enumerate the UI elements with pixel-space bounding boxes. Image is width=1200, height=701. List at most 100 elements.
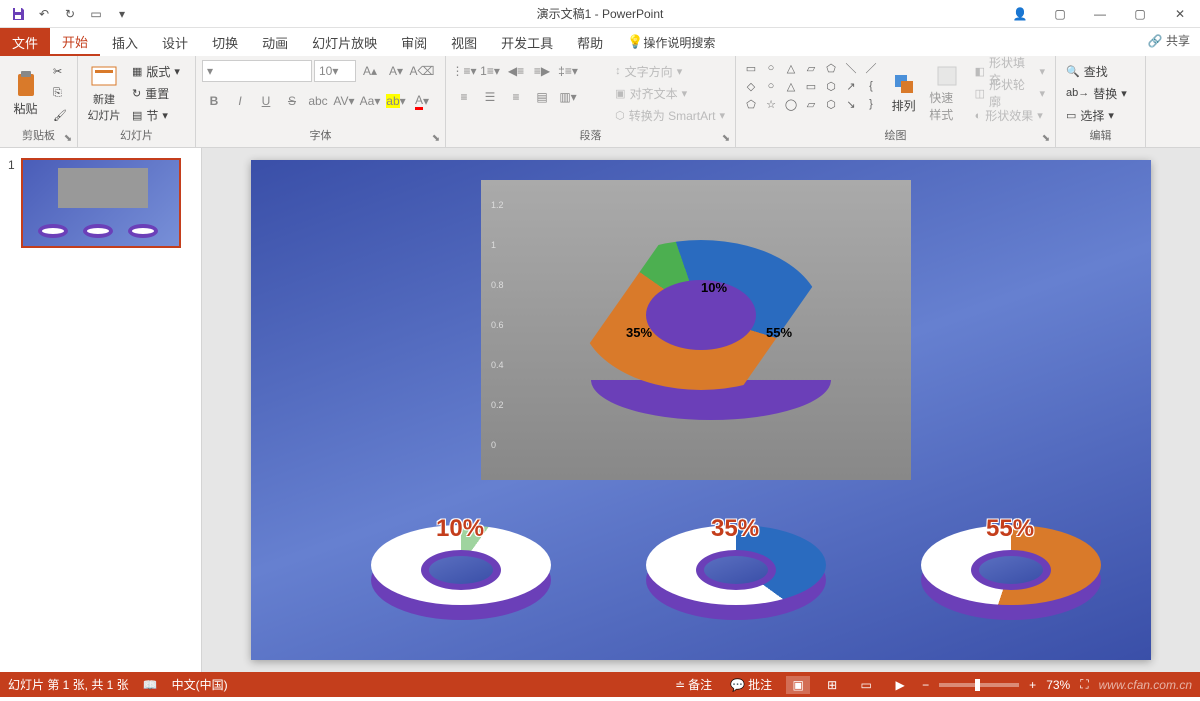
save-button[interactable] <box>6 2 30 26</box>
copy-button[interactable]: ⎘ <box>49 83 71 103</box>
tab-developer[interactable]: 开发工具 <box>489 28 565 56</box>
font-launcher-icon[interactable]: ⬊ <box>429 131 443 145</box>
spellcheck-icon[interactable]: 📖 <box>143 678 158 692</box>
decrease-indent-button[interactable]: ◀≡ <box>504 60 528 82</box>
clear-formatting-icon[interactable]: A⌫ <box>410 60 434 82</box>
tab-review[interactable]: 审阅 <box>389 28 439 56</box>
group-font: ▾ 10 ▾ A▴ A▾ A⌫ B I U S abc AV▾ Aa▾ ab▾ … <box>196 56 446 147</box>
reading-view-button[interactable]: ▭ <box>854 676 878 694</box>
italic-button[interactable]: I <box>228 90 252 112</box>
slide-thumbnails-panel: 1 <box>0 148 202 672</box>
clipboard-launcher-icon[interactable]: ⬊ <box>61 131 75 145</box>
account-icon[interactable]: 👤 <box>1000 0 1040 28</box>
mini-donut-3[interactable]: 55% <box>901 520 1121 620</box>
language-status[interactable]: 中文(中国) <box>172 676 228 693</box>
start-from-beginning-button[interactable]: ▭ <box>84 2 108 26</box>
text-direction-button[interactable]: ↕ 文字方向 ▾ <box>611 61 729 81</box>
bold-button[interactable]: B <box>202 90 226 112</box>
tab-transitions[interactable]: 切换 <box>200 28 250 56</box>
window-title: 演示文稿1 - PowerPoint <box>537 5 664 22</box>
tab-file[interactable]: 文件 <box>0 28 50 56</box>
find-button[interactable]: 🔍 查找 <box>1062 61 1139 81</box>
align-text-button[interactable]: ▣ 对齐文本 ▾ <box>611 83 729 103</box>
bullets-button[interactable]: ⋮≡▾ <box>452 60 476 82</box>
section-button[interactable]: ▤ 节 ▾ <box>128 106 184 126</box>
tab-view[interactable]: 视图 <box>439 28 489 56</box>
align-left-button[interactable]: ≡ <box>452 86 476 108</box>
align-right-button[interactable]: ≡ <box>504 86 528 108</box>
redo-button[interactable]: ↻ <box>58 2 82 26</box>
select-button[interactable]: ▭ 选择 ▾ <box>1062 106 1139 126</box>
tab-home[interactable]: 开始 <box>50 28 100 56</box>
watermark: www.cfan.com.cn <box>1099 678 1192 692</box>
close-button[interactable]: ✕ <box>1160 0 1200 28</box>
ribbon: 粘贴 ✂ ⎘ 🖌 剪贴板 ⬊ 新建 幻灯片 ▦ 版式 ▾ ↻ 重置 ▤ 节 ▾ … <box>0 56 1200 148</box>
line-spacing-button[interactable]: ‡≡▾ <box>556 60 580 82</box>
new-slide-button[interactable]: 新建 幻灯片 <box>84 60 124 127</box>
comments-label: 批注 <box>748 676 772 693</box>
share-button[interactable]: 🔗 共享 <box>1148 32 1190 49</box>
shape-effects-label: 形状效果 <box>985 107 1033 124</box>
tab-insert[interactable]: 插入 <box>100 28 150 56</box>
qat-customize-icon[interactable]: ▾ <box>110 2 134 26</box>
tab-design[interactable]: 设计 <box>150 28 200 56</box>
tab-help[interactable]: 帮助 <box>565 28 615 56</box>
reset-button[interactable]: ↻ 重置 <box>128 83 184 103</box>
font-color-button[interactable]: A▾ <box>410 90 434 112</box>
align-center-button[interactable]: ☰ <box>478 86 502 108</box>
maximize-button[interactable]: ▢ <box>1120 0 1160 28</box>
quick-styles-label: 快速样式 <box>929 89 964 123</box>
replace-button[interactable]: ab→ 替换 ▾ <box>1062 83 1139 103</box>
group-label-paragraph: 段落 <box>452 127 729 145</box>
shape-effects-button[interactable]: ◐ 形状效果 ▾ <box>971 106 1049 126</box>
numbering-button[interactable]: 1≡▾ <box>478 60 502 82</box>
cut-button[interactable]: ✂ <box>49 61 71 81</box>
highlight-button[interactable]: ab▾ <box>384 90 408 112</box>
mini-donut-1[interactable]: 10% <box>351 520 571 620</box>
quick-styles-button[interactable]: 快速样式 <box>927 60 966 127</box>
undo-button[interactable]: ↶ <box>32 2 56 26</box>
layout-button[interactable]: ▦ 版式 ▾ <box>128 61 184 81</box>
shadow-button[interactable]: abc <box>306 90 330 112</box>
normal-view-button[interactable]: ▣ <box>786 676 810 694</box>
slide-canvas[interactable]: 1.2 1 0.8 0.6 0.4 0.2 0 10% 35% <box>251 160 1151 660</box>
columns-button[interactable]: ▥▾ <box>556 86 580 108</box>
slide-editor[interactable]: 1.2 1 0.8 0.6 0.4 0.2 0 10% 35% <box>202 148 1200 672</box>
convert-smartart-button[interactable]: ⬡ 转换为 SmartArt ▾ <box>611 106 729 126</box>
notes-button[interactable]: ≐ 备注 <box>671 674 716 695</box>
sorter-view-button[interactable]: ⊞ <box>820 676 844 694</box>
font-size-value: 10 <box>319 64 332 78</box>
shapes-gallery[interactable]: ▭○△▱⬠＼／ ◇○△▭⬡↗{ ⬠☆◯▱⬡↘} <box>742 60 880 127</box>
tell-me[interactable]: 💡 操作说明搜索 <box>615 28 727 56</box>
ribbon-options-icon[interactable]: ▢ <box>1040 0 1080 28</box>
tab-slideshow[interactable]: 幻灯片放映 <box>300 28 389 56</box>
underline-button[interactable]: U <box>254 90 278 112</box>
increase-indent-button[interactable]: ≡▶ <box>530 60 554 82</box>
fit-to-window-button[interactable]: ⛶ <box>1080 677 1088 692</box>
main-chart[interactable]: 1.2 1 0.8 0.6 0.4 0.2 0 10% 35% <box>481 180 911 480</box>
minimize-button[interactable]: — <box>1080 0 1120 28</box>
paragraph-launcher-icon[interactable]: ⬊ <box>719 131 733 145</box>
increase-font-icon[interactable]: A▴ <box>358 60 382 82</box>
justify-button[interactable]: ▤ <box>530 86 554 108</box>
drawing-launcher-icon[interactable]: ⬊ <box>1039 131 1053 145</box>
paste-button[interactable]: 粘贴 <box>6 60 45 127</box>
char-spacing-button[interactable]: AV▾ <box>332 90 356 112</box>
strikethrough-button[interactable]: S <box>280 90 304 112</box>
zoom-level[interactable]: 73% <box>1046 678 1070 692</box>
shape-outline-button[interactable]: ◫ 形状轮廓 ▾ <box>971 83 1049 103</box>
comments-button[interactable]: 💬 批注 <box>726 674 776 695</box>
zoom-in-button[interactable]: + <box>1029 678 1036 692</box>
font-family-select[interactable]: ▾ <box>202 60 312 82</box>
slide-thumbnail-1[interactable] <box>21 158 181 248</box>
tab-animations[interactable]: 动画 <box>250 28 300 56</box>
change-case-button[interactable]: Aa▾ <box>358 90 382 112</box>
font-size-select[interactable]: 10 ▾ <box>314 60 356 82</box>
decrease-font-icon[interactable]: A▾ <box>384 60 408 82</box>
zoom-out-button[interactable]: − <box>922 678 929 692</box>
arrange-button[interactable]: 排列 <box>884 60 923 127</box>
slideshow-view-button[interactable]: ▶ <box>888 676 912 694</box>
mini-donut-2[interactable]: 35% <box>626 520 846 620</box>
zoom-slider[interactable] <box>939 683 1019 687</box>
format-painter-button[interactable]: 🖌 <box>49 106 71 126</box>
